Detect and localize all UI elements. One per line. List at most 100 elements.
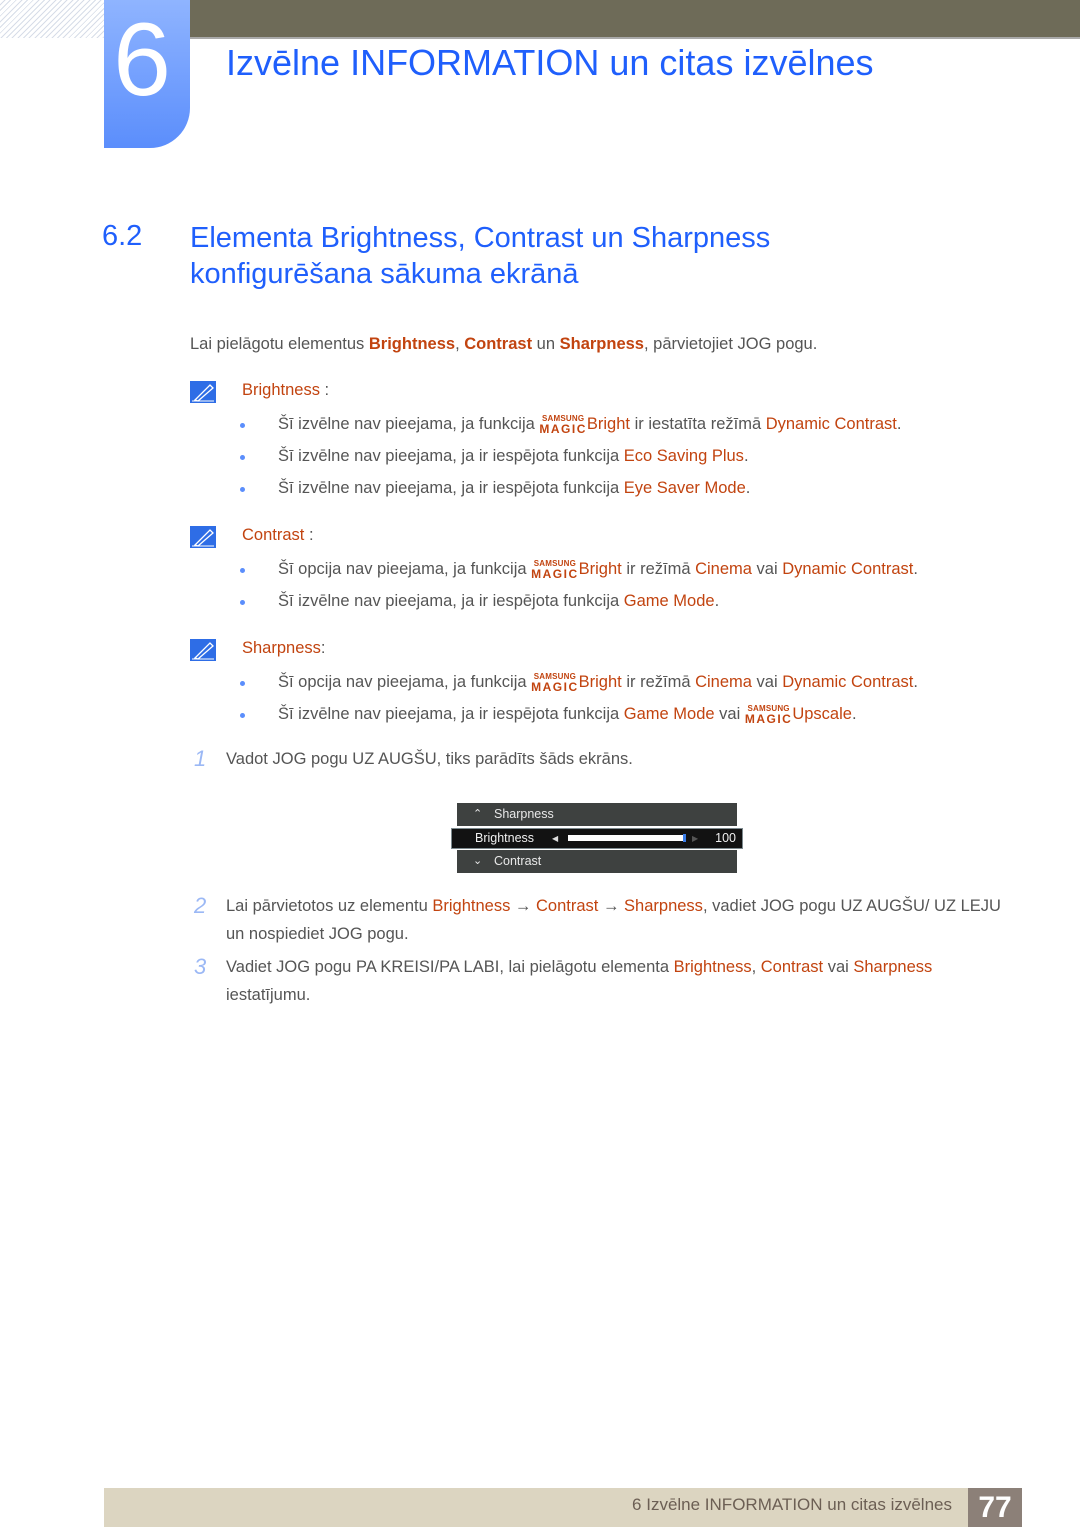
bullet-dot xyxy=(240,681,245,686)
note-heading-term: Sharpness xyxy=(242,639,321,657)
text: ir režīmā xyxy=(621,560,696,578)
brightness-slider[interactable] xyxy=(568,834,686,842)
term: Eco Saving Plus xyxy=(623,447,744,465)
term: Cinema xyxy=(695,673,752,691)
intro-text: , xyxy=(455,335,465,353)
section-title-line2: konfigurēšana sākuma ekrānā xyxy=(190,258,579,290)
term-brightness: Brightness xyxy=(368,335,456,353)
bullet-text: Šī izvēlne nav pieejama, ja ir iespējota… xyxy=(278,705,857,726)
text: . xyxy=(851,705,857,723)
bullet-text: Šī izvēlne nav pieejama, ja funkcija SAM… xyxy=(278,415,902,436)
text: vai xyxy=(714,705,745,723)
step-number: 1 xyxy=(194,746,207,771)
logo-bottom: MAGIC xyxy=(744,712,793,726)
term: Bright xyxy=(578,673,622,691)
intro-paragraph: Lai pielāgotu elementus Brightness, Cont… xyxy=(190,335,817,354)
text: ir iestatīta režīmā xyxy=(630,415,766,433)
intro-text: , pārvietojiet JOG pogu. xyxy=(643,335,818,353)
samsung-magic-logo: SAMSUNG MAGIC xyxy=(531,560,579,581)
term-contrast: Contrast xyxy=(464,335,533,353)
text: Šī izvēlne nav pieejama, ja ir iespējota… xyxy=(278,479,624,497)
samsung-magic-logo: SAMSUNG MAGIC xyxy=(744,705,793,726)
note-heading-colon: : xyxy=(319,381,330,399)
text: Šī izvēlne nav pieejama, ja ir iespējota… xyxy=(278,447,624,465)
osd-item-contrast[interactable]: ⌄ Contrast xyxy=(457,850,737,873)
step-number: 3 xyxy=(194,954,207,979)
slider-value: 100 xyxy=(715,831,736,845)
arrow-left-icon[interactable]: ◀ xyxy=(552,829,558,848)
intro-text: Lai pielāgotu elementus xyxy=(190,335,369,353)
osd-item-sharpness[interactable]: ⌃ Sharpness xyxy=(457,803,737,826)
chevron-down-icon: ⌄ xyxy=(473,855,483,867)
text: Šī opcija nav pieejama, ja funkcija xyxy=(278,673,532,691)
term: Bright xyxy=(578,560,622,578)
note-heading: Sharpness: xyxy=(242,639,325,658)
slider-fill xyxy=(568,835,686,841)
term: Contrast xyxy=(760,958,824,976)
term: Dynamic Contrast xyxy=(782,673,914,691)
term: Dynamic Contrast xyxy=(765,415,897,433)
arrow-right-icon[interactable]: ▶ xyxy=(692,829,698,848)
note-pencil-icon xyxy=(190,381,216,403)
bullet-dot xyxy=(240,423,245,428)
page-number: 77 xyxy=(968,1488,1022,1527)
step-text: Vadot JOG pogu UZ AUGŠU, tiks parādīts š… xyxy=(226,750,633,768)
bullet-dot xyxy=(240,568,245,573)
term-sharpness: Sharpness xyxy=(559,335,644,353)
step-text: Lai pārvietotos uz elementu Brightness →… xyxy=(226,892,1016,948)
step-text: Vadiet JOG pogu PA KREISI/PA LABI, lai p… xyxy=(226,953,1016,1009)
page-footer: 6 Izvēlne INFORMATION un citas izvēlnes … xyxy=(104,1488,1022,1527)
note-heading-term: Contrast xyxy=(242,526,305,544)
text: . xyxy=(714,592,720,610)
bullet-text: Šī opcija nav pieejama, ja funkcija SAMS… xyxy=(278,560,918,581)
note-heading: Contrast : xyxy=(242,526,314,545)
section-title-line1: Elementa Brightness, Contrast un Sharpne… xyxy=(190,222,771,254)
term: Cinema xyxy=(695,560,752,578)
osd-item-label: Brightness xyxy=(475,831,535,845)
bullet-text: Šī opcija nav pieejama, ja funkcija SAMS… xyxy=(278,673,918,694)
text: Šī izvēlne nav pieejama, ja ir iespējota… xyxy=(278,705,624,723)
logo-bottom: MAGIC xyxy=(531,567,579,581)
slider-knob[interactable] xyxy=(683,834,686,842)
note-heading-colon: : xyxy=(304,526,314,544)
text: , xyxy=(751,958,761,976)
term: Sharpness xyxy=(624,897,703,915)
text: . xyxy=(896,415,902,433)
samsung-magic-logo: SAMSUNG MAGIC xyxy=(539,415,587,436)
header-hatch-decoration xyxy=(0,0,104,38)
text: Lai pārvietotos uz elementu xyxy=(226,897,433,915)
text: Vadiet JOG pogu PA KREISI/PA LABI, lai p… xyxy=(226,958,674,976)
osd-item-brightness[interactable]: Brightness ◀ ▶ 100 xyxy=(451,828,743,849)
text: vai xyxy=(751,560,783,578)
text: iestatījumu. xyxy=(226,986,311,1004)
text: . xyxy=(913,673,918,691)
term: Game Mode xyxy=(623,705,715,723)
bullet-dot xyxy=(240,455,245,460)
bullet-text: Šī izvēlne nav pieejama, ja ir iespējota… xyxy=(278,592,719,611)
header-bar xyxy=(186,0,1080,39)
note-heading-term: Brightness xyxy=(242,381,320,399)
term: Eye Saver Mode xyxy=(623,479,746,497)
text: ir režīmā xyxy=(621,673,696,691)
term: Contrast xyxy=(536,897,599,915)
intro-text: un xyxy=(532,335,560,353)
arrow: → xyxy=(510,897,537,915)
text: . xyxy=(743,447,749,465)
note-pencil-icon xyxy=(190,526,216,548)
term: Game Mode xyxy=(623,592,715,610)
osd-item-label: Sharpness xyxy=(494,807,554,821)
text: vai xyxy=(823,958,854,976)
term: Dynamic Contrast xyxy=(782,560,914,578)
section-title: Elementa Brightness, Contrast un Sharpne… xyxy=(190,220,950,292)
logo-bottom: MAGIC xyxy=(531,680,579,694)
text: Šī izvēlne nav pieejama, ja ir iespējota… xyxy=(278,592,624,610)
bullet-text: Šī izvēlne nav pieejama, ja ir iespējota… xyxy=(278,479,750,498)
text: Šī izvēlne nav pieejama, ja funkcija xyxy=(278,415,540,433)
bullet-dot xyxy=(240,713,245,718)
arrow: → xyxy=(598,897,625,915)
section-number: 6.2 xyxy=(102,220,143,252)
text: vai xyxy=(751,673,783,691)
note-heading: Brightness : xyxy=(242,381,329,400)
text: . xyxy=(913,560,918,578)
chapter-title: Izvēlne INFORMATION un citas izvēlnes xyxy=(226,42,874,83)
